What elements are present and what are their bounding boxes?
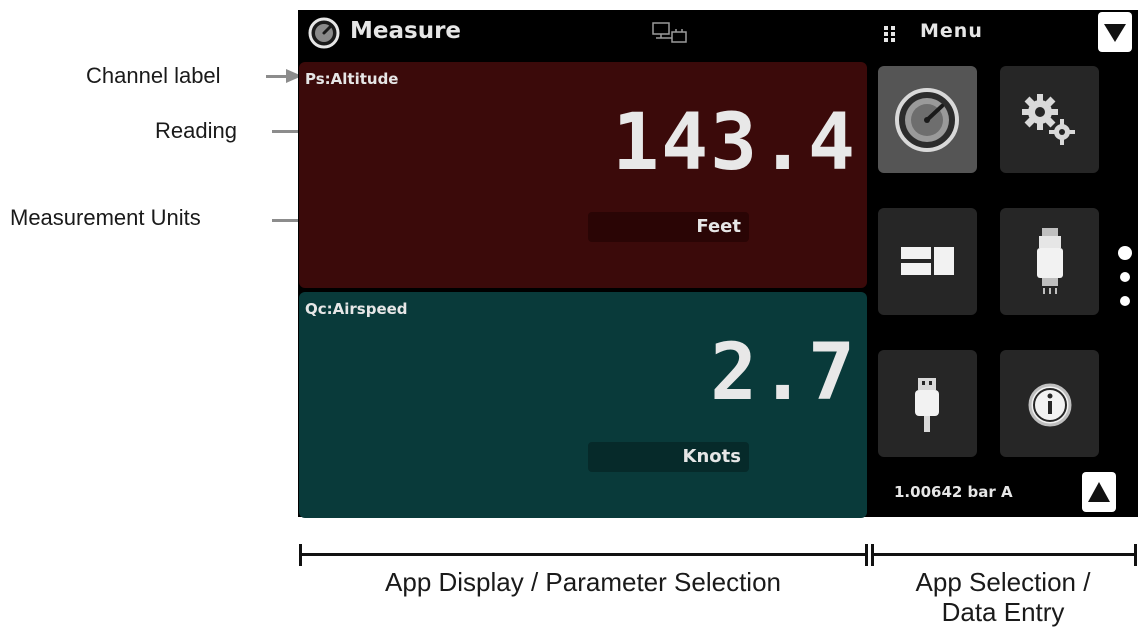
units-field[interactable]: Knots bbox=[588, 442, 749, 472]
page-title: Measure bbox=[350, 18, 462, 44]
channel-label[interactable]: Ps:Altitude bbox=[305, 70, 398, 88]
menu-button[interactable]: Menu bbox=[920, 20, 983, 42]
chevron-down-icon bbox=[1104, 24, 1126, 42]
grid-icon[interactable] bbox=[883, 25, 897, 47]
pressure-sensor-icon bbox=[1037, 228, 1063, 294]
gauge-icon bbox=[895, 88, 959, 152]
gauge-icon[interactable] bbox=[308, 17, 340, 53]
caption-app-selection-line2: Data Entry bbox=[941, 597, 1065, 627]
scroll-up-button[interactable] bbox=[1082, 472, 1116, 512]
app-tile-settings[interactable] bbox=[1000, 66, 1099, 173]
callout-reading: Reading bbox=[155, 118, 237, 143]
units-field[interactable]: Feet bbox=[588, 212, 749, 242]
chevron-up-icon bbox=[1088, 482, 1110, 502]
app-tile-sensor[interactable] bbox=[1000, 208, 1099, 315]
app-tile-info[interactable] bbox=[1000, 350, 1099, 457]
channel-reading: 2.7 bbox=[710, 328, 857, 418]
device-screen: Measure Menu Ps:Altitude 143.4 Feet Qc:A… bbox=[298, 10, 1138, 518]
caption-app-display: App Display / Parameter Selection bbox=[385, 567, 781, 597]
dropdown-button[interactable] bbox=[1098, 12, 1132, 52]
bracket-right-end bbox=[1134, 544, 1137, 566]
channel-label[interactable]: Qc:Airspeed bbox=[305, 300, 408, 318]
page-indicator-dot[interactable] bbox=[1120, 296, 1130, 306]
app-tile-display[interactable] bbox=[878, 208, 977, 315]
barometric-reading: 1.00642 bar A bbox=[894, 483, 1013, 501]
gears-icon bbox=[1022, 94, 1075, 145]
bracket-right-line bbox=[872, 553, 1136, 556]
usb-icon bbox=[915, 378, 939, 432]
network-icon[interactable] bbox=[652, 22, 688, 48]
callout-channel-label: Channel label bbox=[86, 63, 221, 88]
bracket-left-end bbox=[865, 544, 868, 566]
caption-app-selection-line1: App Selection / bbox=[915, 567, 1091, 597]
page-indicator-dot-active[interactable] bbox=[1118, 246, 1132, 260]
top-bar: Measure Menu bbox=[298, 10, 1138, 56]
channel-panel-2[interactable]: Qc:Airspeed 2.7 Knots bbox=[299, 292, 867, 518]
app-tile-usb[interactable] bbox=[878, 350, 977, 457]
channel-reading: 143.4 bbox=[612, 98, 857, 188]
bracket-left-line bbox=[300, 553, 867, 556]
info-icon bbox=[1028, 383, 1072, 427]
channel-panel-1[interactable]: Ps:Altitude 143.4 Feet bbox=[299, 62, 867, 288]
callout-units: Measurement Units bbox=[10, 205, 201, 230]
display-layout-icon bbox=[901, 247, 954, 275]
app-tile-measure[interactable] bbox=[878, 66, 977, 173]
page-indicator-dot[interactable] bbox=[1120, 272, 1130, 282]
callout-arrow-channel-label bbox=[266, 75, 288, 78]
